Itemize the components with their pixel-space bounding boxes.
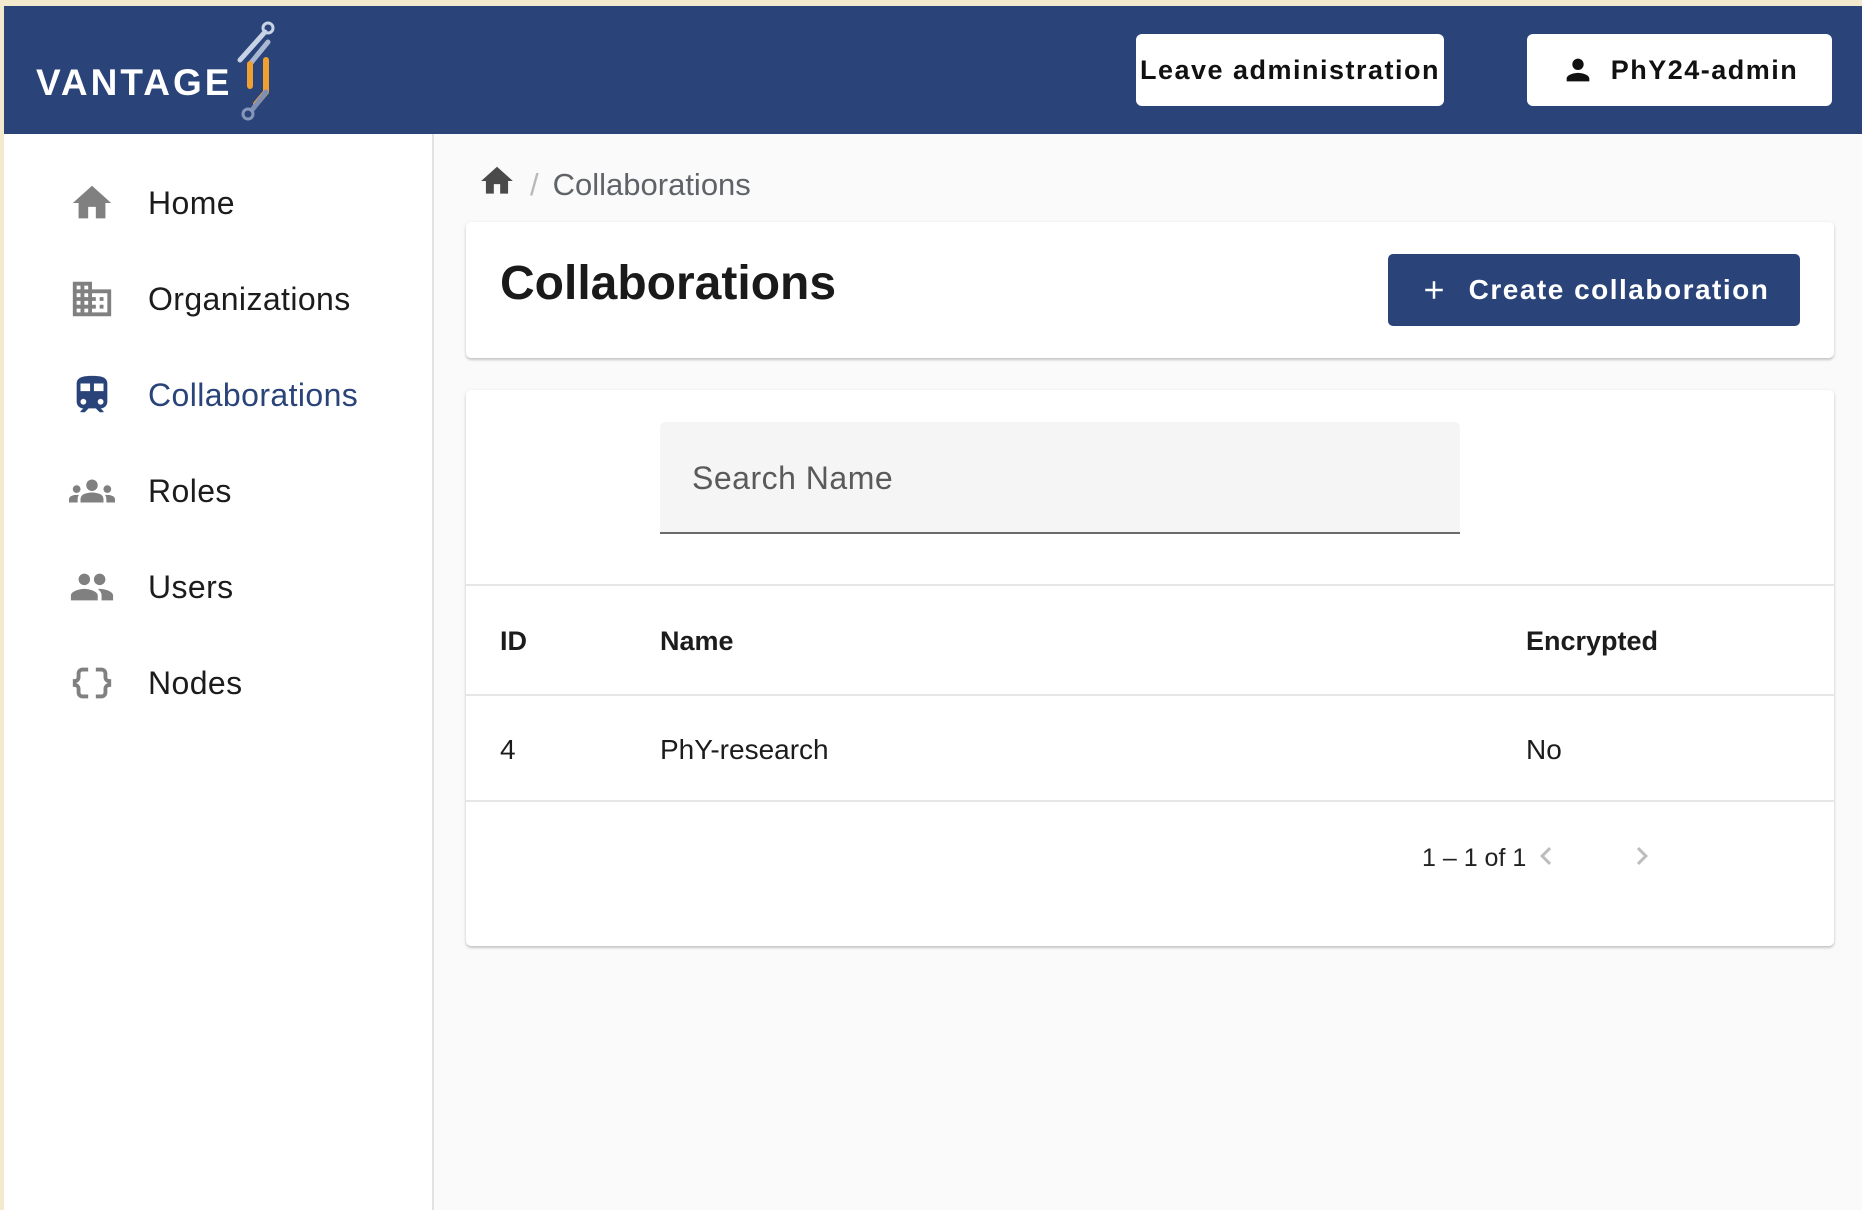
page-title: Collaborations — [500, 257, 837, 310]
column-header-name[interactable]: Name — [660, 626, 734, 657]
sidebar-item-label: Roles — [148, 472, 232, 509]
plus-icon — [1424, 281, 1443, 299]
sidebar: Home Organizations Collaborations Roles — [4, 134, 434, 1210]
leave-administration-label: Leave administration — [1139, 54, 1441, 85]
sidebar-item-label: Users — [148, 568, 234, 605]
leave-administration-button[interactable]: Leave administration — [1136, 34, 1444, 106]
chevron-left-icon — [1540, 847, 1552, 865]
braces-icon — [68, 659, 116, 707]
sidebar-item-home[interactable]: Home — [4, 158, 434, 248]
people-icon — [68, 563, 116, 611]
chevron-right-icon — [1636, 847, 1648, 865]
sidebar-item-label: Organizations — [148, 280, 351, 317]
collaborations-table-card: ID Name Encrypted 4 PhY-research No 1 – … — [466, 390, 1834, 946]
groups-icon — [68, 467, 116, 515]
sidebar-item-collaborations[interactable]: Collaborations — [4, 350, 434, 440]
vantage-logo[interactable]: VANTAGE — [36, 20, 296, 124]
logo-mark-icon — [237, 21, 275, 121]
column-header-encrypted[interactable]: Encrypted — [1526, 626, 1658, 657]
pagination-range: 1 – 1 of 1 — [1422, 844, 1527, 872]
breadcrumb: / Collaborations — [478, 164, 751, 206]
sidebar-item-label: Nodes — [148, 664, 243, 701]
building-icon — [68, 275, 116, 323]
search-input[interactable] — [692, 452, 1432, 504]
sidebar-item-roles[interactable]: Roles — [4, 446, 434, 536]
user-menu-button[interactable]: PhY24-admin — [1527, 34, 1832, 106]
search-field[interactable] — [660, 422, 1460, 534]
sidebar-item-label: Home — [148, 184, 235, 221]
divider — [466, 584, 1834, 586]
sidebar-item-label: Collaborations — [148, 376, 359, 413]
breadcrumb-separator: / — [530, 167, 539, 202]
column-header-id[interactable]: ID — [500, 626, 527, 657]
sidebar-item-organizations[interactable]: Organizations — [4, 254, 434, 344]
page-header-card: Collaborations Create collaboration — [466, 222, 1834, 358]
cell-id: 4 — [500, 734, 516, 765]
create-collaboration-button[interactable]: Create collaboration — [1388, 254, 1800, 326]
next-page-button[interactable] — [1616, 830, 1668, 882]
create-collaboration-label: Create collaboration — [1468, 274, 1770, 305]
sidebar-item-nodes[interactable]: Nodes — [4, 638, 434, 728]
home-icon — [68, 179, 116, 227]
home-icon — [481, 166, 513, 194]
breadcrumb-current: Collaborations — [552, 167, 751, 202]
user-name-label: PhY24-admin — [1610, 54, 1799, 85]
divider — [466, 694, 1834, 696]
divider — [466, 800, 1834, 802]
app-window: VANTAGE Leave administration PhY24-admin — [4, 6, 1862, 1210]
train-icon — [68, 371, 116, 419]
person-icon — [1566, 58, 1590, 82]
cell-encrypted: No — [1526, 734, 1562, 765]
top-bar: VANTAGE Leave administration PhY24-admin — [4, 6, 1862, 134]
sidebar-item-users[interactable]: Users — [4, 542, 434, 632]
breadcrumb-home-link[interactable] — [478, 162, 516, 208]
logo-text: VANTAGE — [36, 62, 233, 103]
previous-page-button[interactable] — [1520, 830, 1572, 882]
cell-name: PhY-research — [660, 734, 829, 765]
